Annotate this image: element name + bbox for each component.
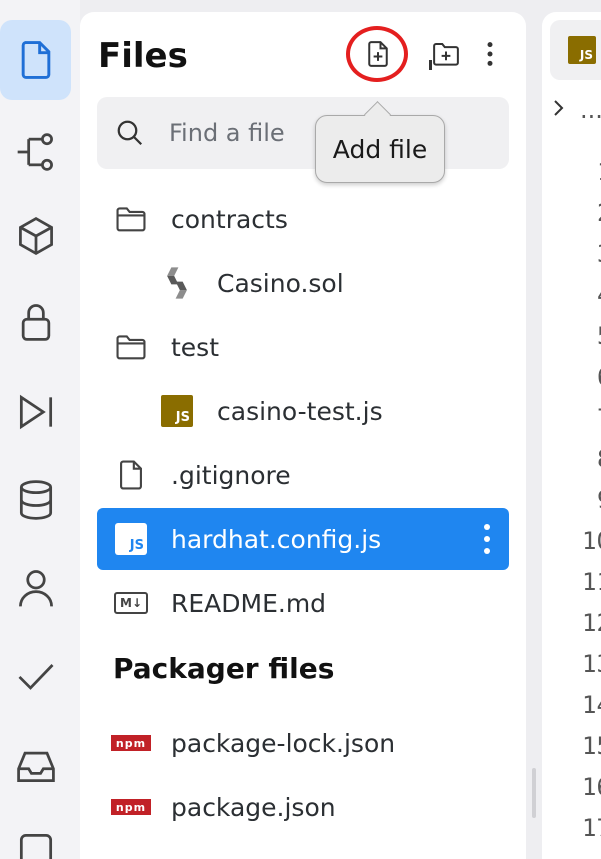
check-icon — [18, 664, 54, 690]
files-panel: Files contracts Casino.sol test JS — [80, 12, 526, 859]
activity-run-button[interactable] — [0, 372, 72, 452]
activity-packages-button[interactable] — [0, 196, 72, 276]
activity-secrets-button[interactable] — [0, 282, 72, 362]
search-icon — [117, 120, 143, 146]
file-menu-kebab-icon[interactable] — [475, 520, 499, 558]
tree-item-label: package.json — [171, 792, 336, 822]
tree-item-label: contracts — [171, 204, 288, 234]
line-number: 7 — [597, 404, 601, 432]
panel-resize-handle[interactable] — [532, 768, 536, 818]
tree-item-label: hardhat.config.js — [171, 524, 382, 554]
breadcrumb[interactable]: ... — [580, 96, 601, 124]
tree-file-hardhat-config-js[interactable]: JS hardhat.config.js — [97, 508, 509, 570]
lock-icon — [21, 304, 51, 341]
cube-icon — [19, 217, 53, 255]
kebab-icon — [487, 42, 493, 66]
npm-icon: npm — [111, 789, 151, 825]
step-forward-icon — [19, 394, 53, 430]
line-number: 16 — [582, 773, 601, 801]
panel-title: Files — [98, 36, 188, 76]
tree-file-casino-test-js[interactable]: JS casino-test.js — [97, 380, 509, 442]
folder-icon — [113, 201, 149, 237]
line-number: 12 — [582, 609, 601, 637]
activity-account-button[interactable] — [0, 548, 72, 628]
tree-file-casino-sol[interactable]: Casino.sol — [97, 252, 509, 314]
file-icon — [21, 41, 50, 79]
npm-icon: npm — [111, 725, 151, 761]
window-icon — [19, 833, 53, 859]
tree-item-label: package-lock.json — [171, 728, 396, 758]
search-box[interactable] — [97, 97, 509, 169]
highlight-ring — [346, 26, 408, 82]
tree-item-label: .gitignore — [171, 460, 291, 490]
tree-folder-test[interactable]: test — [97, 316, 509, 378]
line-number: 2 — [597, 199, 601, 227]
line-number: 3 — [597, 240, 601, 268]
line-number: 17 — [582, 814, 601, 842]
line-number: 1 — [597, 158, 601, 186]
tree-item-label: README.md — [171, 588, 327, 618]
activity-git-button[interactable] — [0, 112, 72, 192]
folder-icon — [113, 329, 149, 365]
line-number: 9 — [597, 486, 601, 514]
file-icon — [113, 457, 149, 493]
more-options-button[interactable] — [470, 34, 510, 74]
add-folder-icon — [433, 43, 459, 66]
packager-files-heading: Packager files — [113, 652, 335, 685]
chevron-right-icon[interactable] — [552, 98, 566, 124]
markdown-icon: M↓ — [113, 585, 149, 621]
inbox-icon — [17, 751, 55, 783]
packager-file-package-json[interactable]: npm package.json — [97, 776, 509, 838]
line-number: 5 — [597, 322, 601, 350]
activity-inbox-button[interactable] — [0, 726, 72, 806]
activity-files-button[interactable] — [0, 20, 71, 100]
line-number: 4 — [597, 281, 601, 309]
activity-bar — [0, 0, 80, 859]
activity-window-button[interactable] — [0, 810, 72, 859]
tree-item-label: Casino.sol — [217, 268, 344, 298]
git-branch-icon — [17, 133, 53, 171]
js-file-icon: JS — [113, 521, 149, 557]
line-number: 15 — [582, 732, 601, 760]
user-icon — [19, 570, 53, 607]
tree-item-label: casino-test.js — [217, 396, 383, 426]
packager-file-package-lock-json[interactable]: npm package-lock.json — [97, 712, 509, 774]
line-number: 10 — [582, 527, 601, 555]
tree-item-label: test — [171, 332, 220, 362]
line-number: 14 — [582, 691, 601, 719]
add-folder-button[interactable] — [426, 34, 466, 74]
activity-checks-button[interactable] — [0, 636, 72, 716]
line-number: 8 — [597, 445, 601, 473]
js-file-icon: JS — [568, 36, 596, 64]
tree-file-gitignore[interactable]: .gitignore — [97, 444, 509, 506]
add-file-tooltip: Add file — [315, 115, 445, 183]
solidity-icon — [159, 265, 195, 301]
line-number: 11 — [582, 568, 601, 596]
activity-database-button[interactable] — [0, 460, 72, 540]
editor-tab[interactable]: JS — [550, 20, 601, 80]
database-icon — [19, 480, 53, 520]
editor-area: JS ... 1234567891011121314151617 — [542, 12, 601, 859]
js-file-icon: JS — [159, 393, 195, 429]
tree-folder-contracts[interactable]: contracts — [97, 188, 509, 250]
line-number: 6 — [597, 363, 601, 391]
tree-file-readme-md[interactable]: M↓ README.md — [97, 572, 509, 634]
line-number: 13 — [582, 650, 601, 678]
